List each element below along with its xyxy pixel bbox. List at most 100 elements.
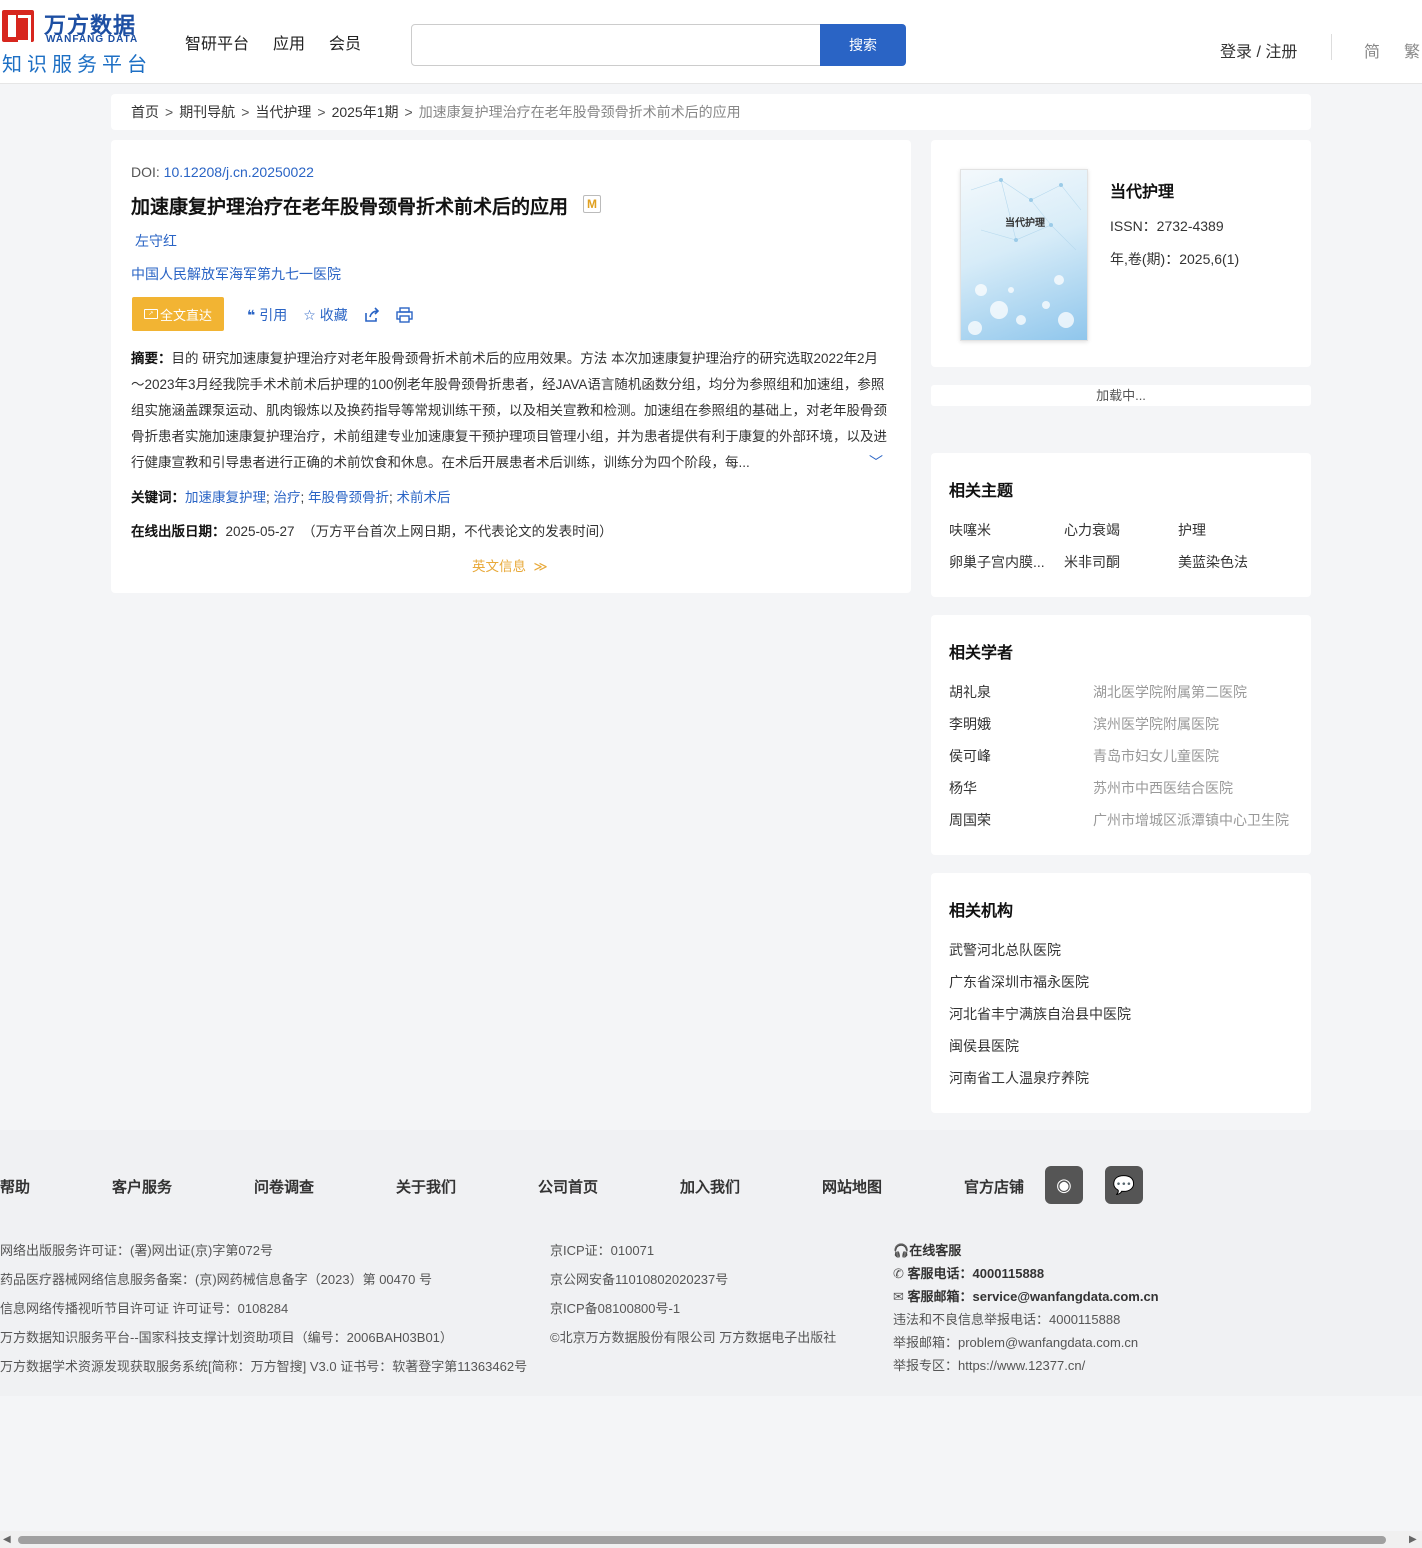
- footer-link-store[interactable]: 官方店铺: [964, 1176, 1024, 1197]
- pubdate-value: 2025-05-27: [225, 524, 295, 539]
- search-button[interactable]: 搜索: [820, 24, 906, 66]
- lang-traditional-button[interactable]: 繁: [1404, 38, 1420, 62]
- report-area[interactable]: 举报专区：https://www.12377.cn/: [893, 1355, 1085, 1374]
- footer-license: 信息网络传播视听节目许可证 许可证号：0108284: [0, 1301, 289, 1316]
- footer-link-help[interactable]: 帮助: [0, 1176, 30, 1197]
- favorite-button[interactable]: ☆ 收藏: [303, 305, 348, 325]
- cover-title: 当代护理: [1005, 218, 1045, 229]
- abstract: 摘要：目的 研究加速康复护理治疗对老年股骨颈骨折术前术后的应用效果。方法 本次加…: [131, 346, 891, 476]
- cite-button[interactable]: ❝ 引用: [247, 305, 287, 325]
- footer-icp[interactable]: 京ICP备08100800号-1: [550, 1298, 680, 1317]
- footer-link-survey[interactable]: 问卷调查: [254, 1176, 314, 1197]
- nav-item-member[interactable]: 会员: [329, 30, 361, 54]
- breadcrumb-separator: >: [404, 104, 413, 120]
- topic-link[interactable]: 米非司酮: [1064, 552, 1120, 572]
- keyword-link[interactable]: 术前术后: [397, 490, 451, 505]
- breadcrumb-issue[interactable]: 2025年1期: [332, 102, 399, 122]
- mail-icon: ✉: [893, 1289, 904, 1304]
- footer-link-customer-service[interactable]: 客户服务: [112, 1176, 172, 1197]
- expand-abstract-icon[interactable]: ﹀: [869, 452, 883, 472]
- breadcrumb-journal-nav[interactable]: 期刊导航: [179, 102, 235, 122]
- scholar-org[interactable]: 湖北医学院附属第二医院: [1093, 682, 1247, 702]
- loading-indicator: 加载中...: [931, 385, 1311, 406]
- keyword-link[interactable]: 加速康复护理: [185, 490, 266, 505]
- footer-icp[interactable]: 京公网安备11010802020237号: [550, 1269, 728, 1288]
- top-header: 万方数据 WANFANG DATA 知识服务平台 智研平台 应用 会员 搜索 登…: [0, 0, 1422, 84]
- double-chevron-down-icon: ≫: [529, 559, 548, 574]
- m-badge-icon[interactable]: M: [583, 195, 601, 213]
- nav-item-apps[interactable]: 应用: [273, 30, 305, 54]
- online-service-link[interactable]: 🎧在线客服: [893, 1240, 961, 1259]
- phone-icon: ✆: [893, 1266, 904, 1281]
- journal-cover[interactable]: 当代护理: [960, 169, 1088, 341]
- footer-link-about[interactable]: 关于我们: [396, 1176, 456, 1197]
- share-button[interactable]: [364, 307, 380, 323]
- login-register-link[interactable]: 登录 / 注册: [1220, 38, 1297, 62]
- scholar-org[interactable]: 滨州医学院附属医院: [1093, 714, 1219, 734]
- scholar-name[interactable]: 胡礼泉: [949, 682, 991, 702]
- topic-link[interactable]: 卵巢子宫内膜...: [949, 552, 1045, 572]
- search-input[interactable]: [411, 24, 821, 66]
- logo-subtitle: 知识服务平台: [2, 54, 152, 76]
- related-institutions-card: 相关机构 武警河北总队医院 广东省深圳市福永医院 河北省丰宁满族自治县中医院 闽…: [931, 873, 1311, 1113]
- scroll-left-icon[interactable]: ◀: [3, 1534, 11, 1545]
- breadcrumb-current: 加速康复护理治疗在老年股骨颈骨折术前术后的应用: [418, 104, 741, 120]
- institution-link[interactable]: 河北省丰宁满族自治县中医院: [949, 1004, 1131, 1024]
- breadcrumb-journal[interactable]: 当代护理: [255, 102, 311, 122]
- wanfang-logo[interactable]: 万方数据 WANFANG DATA 知识服务平台: [0, 8, 155, 76]
- journal-name[interactable]: 当代护理: [1110, 178, 1174, 202]
- nav-item-zhiyan[interactable]: 智研平台: [185, 30, 249, 54]
- favorite-label: 收藏: [319, 307, 348, 323]
- cite-label: 引用: [259, 307, 288, 323]
- keywords-label: 关键词：: [131, 490, 185, 505]
- topic-link[interactable]: 护理: [1178, 520, 1206, 540]
- scholar-org[interactable]: 广州市增城区派潭镇中心卫生院: [1093, 810, 1289, 830]
- wechat-icon[interactable]: 💬: [1105, 1166, 1143, 1204]
- footer-copyright: ©北京万方数据股份有限公司 万方数据电子出版社: [550, 1330, 837, 1345]
- footer-license: 万方数据知识服务平台--国家科技支撑计划资助项目（编号：2006BAH03B01…: [0, 1330, 453, 1345]
- keywords-line: 关键词：加速康复护理; 治疗; 年股骨颈骨折; 术前术后: [131, 490, 451, 505]
- related-scholars-card: 相关学者 胡礼泉 湖北医学院附属第二医院 李明娥 滨州医学院附属医院 侯可峰 青…: [931, 615, 1311, 855]
- scholar-org[interactable]: 苏州市中西医结合医院: [1093, 778, 1233, 798]
- breadcrumb-separator: >: [165, 104, 174, 120]
- print-button[interactable]: [396, 307, 413, 323]
- service-phone: ✆ 客服电话：4000115888: [893, 1263, 1044, 1282]
- printer-icon: [396, 307, 413, 323]
- star-icon: ☆: [303, 306, 316, 323]
- report-phone: 违法和不良信息举报电话：4000115888: [893, 1312, 1121, 1327]
- topic-link[interactable]: 心力衰竭: [1064, 520, 1120, 540]
- journal-issn: ISSN：2732-4389: [1110, 218, 1224, 234]
- keyword-link[interactable]: 治疗: [274, 490, 301, 505]
- footer-link-join[interactable]: 加入我们: [680, 1176, 740, 1197]
- english-info-toggle[interactable]: 英文信息 ≫: [472, 555, 548, 575]
- email-value[interactable]: service@wanfangdata.com.cn: [973, 1289, 1159, 1304]
- institution-link[interactable]: 河南省工人温泉疗养院: [949, 1068, 1089, 1088]
- scholar-name[interactable]: 杨华: [949, 778, 977, 798]
- lang-simplified-button[interactable]: 简: [1364, 38, 1380, 62]
- scroll-right-icon[interactable]: ▶: [1409, 1534, 1417, 1545]
- scholar-org[interactable]: 青岛市妇女儿童医院: [1093, 746, 1219, 766]
- abstract-label: 摘要：: [131, 351, 172, 366]
- doi-link[interactable]: 10.12208/j.cn.20250022: [164, 164, 314, 180]
- weibo-icon[interactable]: ◉: [1045, 1166, 1083, 1204]
- footer-link-homepage[interactable]: 公司首页: [538, 1176, 598, 1197]
- footer-icp[interactable]: 京ICP证：010071: [550, 1240, 654, 1259]
- related-scholars-title: 相关学者: [949, 645, 1014, 662]
- horizontal-scrollbar[interactable]: ◀ ▶: [0, 1531, 1422, 1548]
- breadcrumb-home[interactable]: 首页: [131, 102, 159, 122]
- footer-link-sitemap[interactable]: 网站地图: [822, 1176, 882, 1197]
- email-label: 客服邮箱：: [907, 1289, 973, 1304]
- topic-link[interactable]: 美蓝染色法: [1178, 552, 1248, 572]
- scholar-name[interactable]: 侯可峰: [949, 746, 991, 766]
- topic-link[interactable]: 呋噻米: [949, 520, 991, 540]
- scholar-name[interactable]: 周国荣: [949, 810, 991, 830]
- institution-link[interactable]: 广东省深圳市福永医院: [949, 972, 1089, 992]
- institution-link[interactable]: 武警河北总队医院: [949, 940, 1061, 960]
- scrollbar-thumb[interactable]: [18, 1536, 1386, 1544]
- institution-link[interactable]: 闽侯县医院: [949, 1036, 1019, 1056]
- organization-link[interactable]: 中国人民解放军海军第九七一医院: [131, 264, 341, 284]
- fulltext-button[interactable]: ↗ 全文直达: [132, 297, 224, 331]
- author-link[interactable]: 左守红: [135, 231, 177, 251]
- keyword-link[interactable]: 年股骨颈骨折: [308, 490, 389, 505]
- scholar-name[interactable]: 李明娥: [949, 714, 991, 734]
